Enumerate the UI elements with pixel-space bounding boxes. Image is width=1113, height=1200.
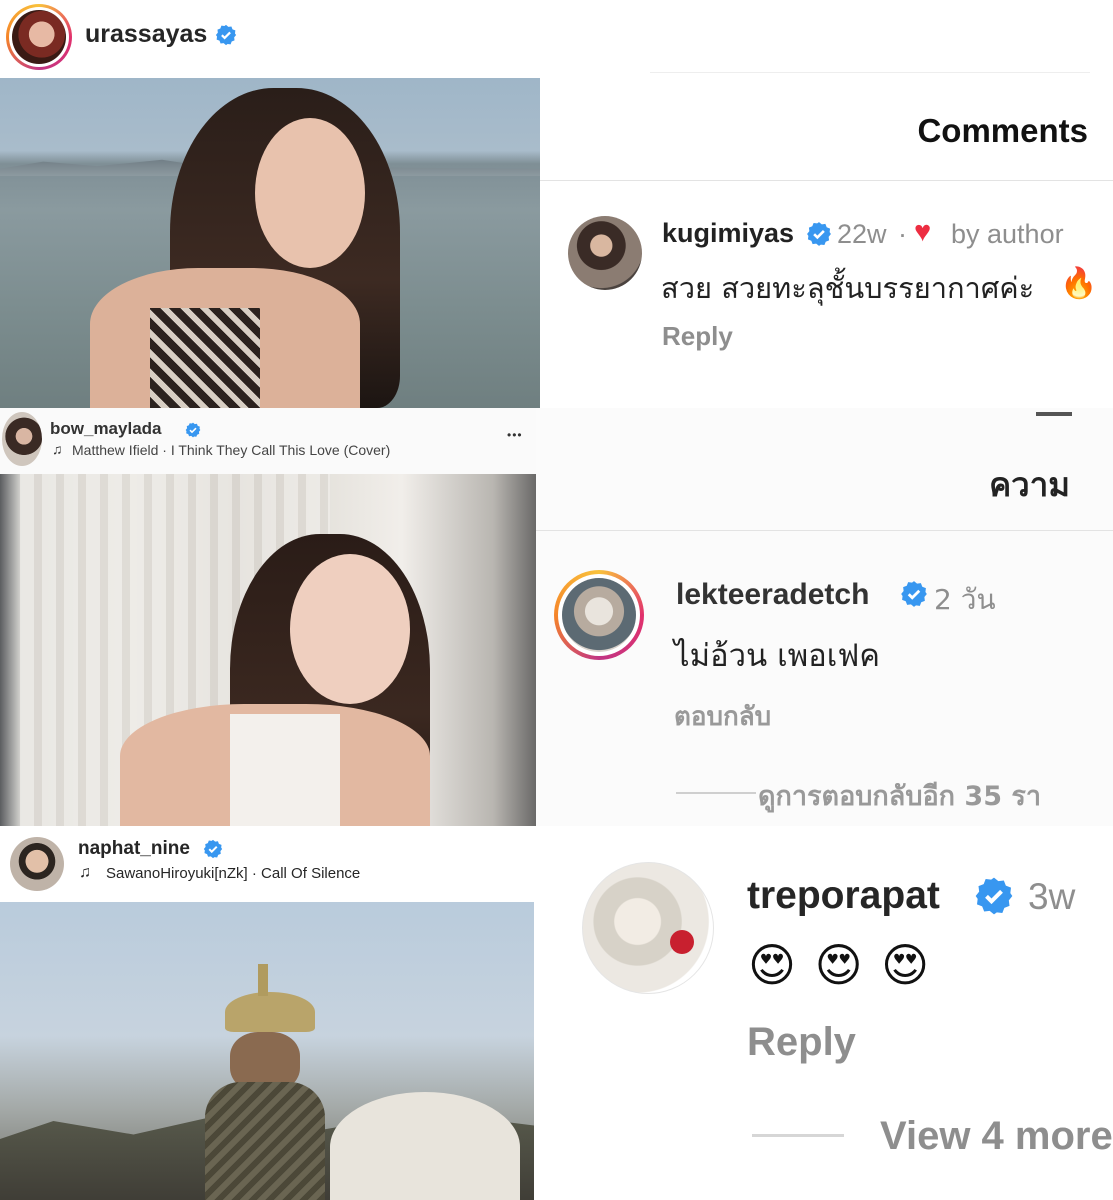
comments-title: Comments [917,112,1088,149]
verified-badge-icon [806,221,832,247]
post1-comments-panel: Comments kugimiyas 22w · ♥ by author สวย… [540,72,1113,408]
drag-handle[interactable] [1036,412,1072,416]
post1-avatar[interactable] [6,4,72,70]
commenter-avatar[interactable] [582,862,714,994]
liked-by-author-label: by author [951,219,1064,249]
commenter-avatar[interactable] [554,570,644,660]
post2-avatar[interactable] [2,412,42,466]
view-replies-button[interactable]: ดูการตอบกลับอีก 35 รา [758,774,1041,817]
comment-time: 2 วัน [934,583,996,616]
comment-username[interactable]: treporapat [747,874,940,918]
post3-username[interactable]: naphat_nine [78,838,190,860]
comment-username[interactable]: lekteeradetch [676,578,869,612]
post1-username[interactable]: urassayas [85,20,207,49]
post2-photo[interactable] [0,474,536,826]
music-note-icon: ♫ [52,441,63,457]
post2-music[interactable]: Matthew Ifield · I Think They Call This … [72,442,390,458]
verified-badge-icon [215,24,237,46]
post3-music[interactable]: SawanoHiroyuki[nZk] · Call Of Silence [106,865,360,882]
post3-comments-panel: treporapat 3w 😍 😍 😍 Reply View 4 more [534,826,1113,1200]
fire-emoji: 🔥 [1060,266,1098,301]
more-options-icon[interactable]: ••• [507,428,523,442]
post1-photo[interactable] [0,78,540,408]
comment-text: สวย สวยทะลุชั้นบรรยากาศค่ะ [661,271,1035,305]
post2-comments-panel: ความ lekteeradetch 2 วัน ไม่อ้วน เพอเฟค … [536,408,1113,826]
heart-icon: ♥ [914,216,932,248]
post3-avatar[interactable] [10,837,64,891]
music-note-icon: ♫ [79,864,91,881]
verified-badge-icon [185,422,201,438]
reply-button[interactable]: Reply [662,321,733,352]
reply-button[interactable]: ตอบกลับ [674,696,771,737]
meta-separator: · [898,219,907,249]
post3-header: naphat_nine ♫ SawanoHiroyuki[nZk] · Call… [0,826,540,902]
verified-badge-icon [900,580,928,608]
heart-eyes-emojis: 😍 😍 😍 [748,938,932,992]
view-more-replies-button[interactable]: View 4 more [880,1114,1113,1159]
post2-header: bow_maylada ♫ Matthew Ifield · I Think T… [0,408,540,474]
post1-header: urassayas [0,0,540,76]
view-more-line [752,1134,844,1137]
comment-username[interactable]: kugimiyas [662,218,794,249]
commenter-avatar[interactable] [568,216,642,290]
reply-button[interactable]: Reply [747,1020,856,1065]
comment-text: ไม่อ้วน เพอเฟค [674,638,881,674]
post2-username[interactable]: bow_maylada [50,419,162,439]
verified-badge-icon [203,839,223,859]
post3-photo[interactable] [0,902,534,1200]
view-replies-line [676,792,756,794]
apple-icon [670,930,694,954]
comment-time: 22w [837,219,887,249]
comment-time: 3w [1028,876,1076,917]
verified-badge-icon [974,876,1014,916]
comments-title: ความ [989,465,1070,504]
